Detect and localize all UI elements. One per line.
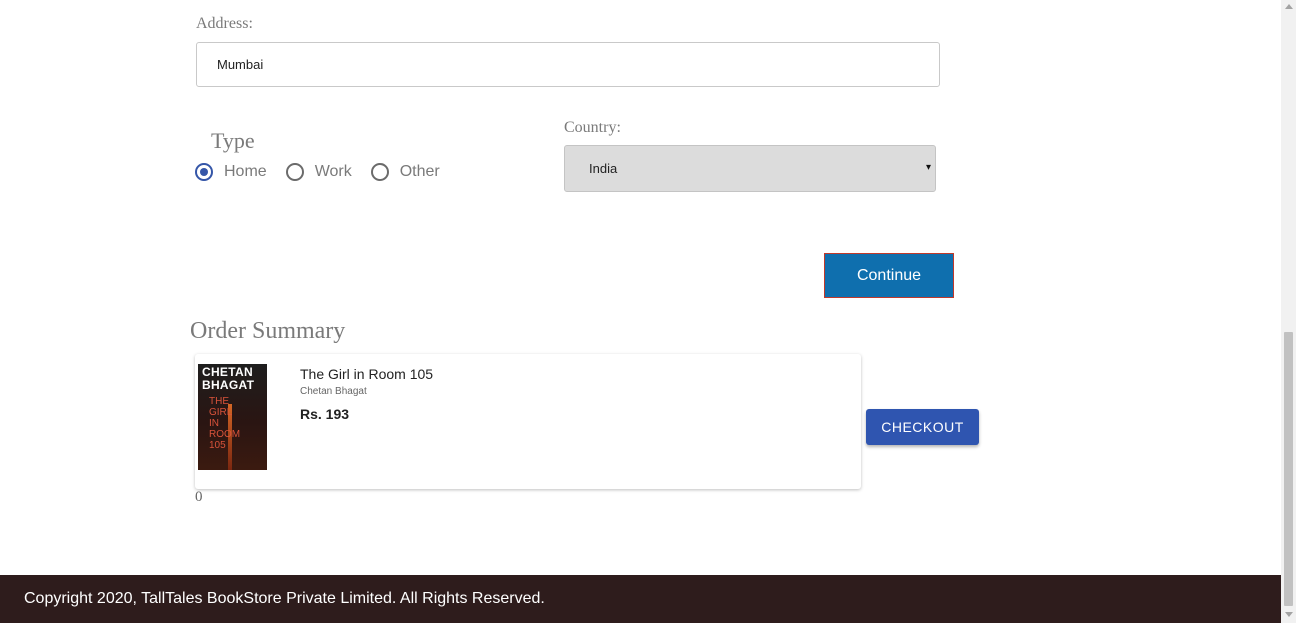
radio-work-label: Work: [314, 163, 352, 180]
page: Address: Type Home Work Other Country: I…: [0, 0, 1281, 623]
footer-copyright: Copyright 2020, TallTales BookStore Priv…: [24, 590, 545, 607]
radio-home-circle[interactable]: [195, 163, 213, 181]
scroll-up-arrow-icon[interactable]: [1285, 4, 1293, 9]
order-summary-title: Order Summary: [190, 318, 346, 344]
scroll-down-arrow-icon[interactable]: [1285, 612, 1293, 617]
radio-other-label: Other: [399, 163, 440, 180]
book-author: Chetan Bhagat: [300, 386, 367, 397]
continue-button[interactable]: Continue: [824, 253, 954, 298]
cover-title-text: THE GIRL IN ROOM 105: [209, 396, 241, 451]
cart-count: 0: [195, 489, 203, 505]
radio-other[interactable]: Other: [370, 163, 440, 181]
book-title: The Girl in Room 105: [300, 366, 434, 382]
country-select[interactable]: India ▾: [564, 145, 936, 192]
order-item-card: CHETAN BHAGAT THE GIRL IN ROOM 105 The G…: [195, 354, 861, 489]
radio-work[interactable]: Work: [285, 163, 352, 181]
address-input[interactable]: [196, 42, 940, 87]
type-title: Type: [211, 128, 255, 153]
cover-author-text: CHETAN BHAGAT: [202, 365, 255, 392]
radio-other-circle[interactable]: [370, 163, 389, 181]
country-label: Country:: [564, 119, 621, 136]
scrollbar-thumb[interactable]: [1284, 332, 1293, 606]
checkout-button[interactable]: CHECKOUT: [866, 409, 979, 445]
book-cover-image: CHETAN BHAGAT THE GIRL IN ROOM 105: [198, 364, 267, 470]
address-label: Address:: [196, 15, 253, 32]
radio-work-circle[interactable]: [285, 163, 304, 181]
chevron-down-icon: ▾: [925, 162, 931, 173]
vertical-scrollbar[interactable]: [1281, 0, 1296, 623]
radio-home-label: Home: [224, 163, 267, 180]
radio-home[interactable]: Home: [195, 163, 267, 181]
footer: Copyright 2020, TallTales BookStore Priv…: [0, 575, 1281, 623]
country-selected-value: India: [589, 161, 618, 176]
book-price: Rs. 193: [300, 406, 350, 422]
type-radio-group: Home Work Other: [195, 163, 459, 181]
